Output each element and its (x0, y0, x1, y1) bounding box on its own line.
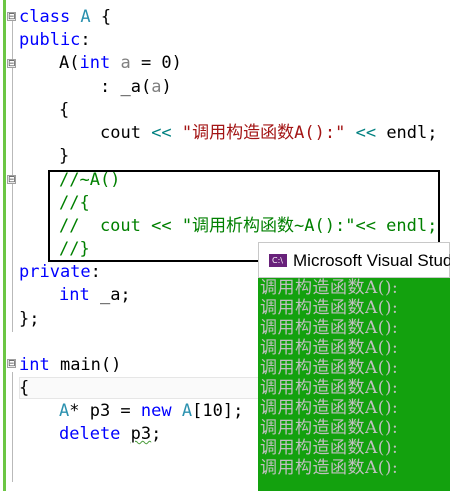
code-line-class-end[interactable]: }; (19, 308, 39, 331)
console-output-line: 调用构造函数A(): (260, 458, 399, 478)
code-text: = 0) (130, 53, 182, 73)
console-output-line: 调用构造函数A(): (260, 278, 399, 298)
code-text: main() (49, 355, 122, 375)
collapse-constructor-icon[interactable]: ⊟ (7, 59, 16, 69)
keyword: class (19, 7, 81, 27)
code-text: : (80, 30, 91, 50)
console-output-line: 调用构造函数A(): (260, 418, 399, 438)
operator: << (151, 123, 172, 143)
console-titlebar[interactable]: C:\ Microsoft Visual Studio (258, 242, 450, 278)
keyword: int (79, 53, 111, 73)
code-text: : (90, 262, 101, 282)
code-text: cout (100, 123, 152, 143)
operator: << (355, 123, 377, 143)
console-output-line: 调用构造函数A(): (260, 298, 399, 318)
console-output-line: 调用构造函数A(): (260, 378, 399, 398)
console-title: Microsoft Visual Studio (293, 251, 450, 270)
warning-squiggle-text: p3 (130, 424, 152, 444)
console-window[interactable]: C:\ Microsoft Visual Studio 调用构造函数A(): 调… (258, 242, 450, 491)
console-output-line: 调用构造函数A(): (260, 358, 399, 378)
keyword: delete (59, 424, 121, 444)
code-text: : _a( (100, 77, 152, 97)
code-text: _a; (89, 285, 131, 305)
code-text: ; (151, 424, 162, 444)
parameter: a (151, 77, 162, 97)
code-line-cout[interactable]: cout << "调用构造函数A():" << endl; (100, 122, 438, 145)
code-line-delete[interactable]: delete p3; (59, 423, 161, 446)
collapse-class-icon[interactable]: ⊟ (7, 12, 16, 22)
console-output[interactable]: 调用构造函数A(): 调用构造函数A(): 调用构造函数A(): 调用构造函数A… (258, 278, 450, 491)
console-output-line: 调用构造函数A(): (260, 398, 399, 418)
code-line-member[interactable]: int _a; (59, 284, 131, 307)
keyword: int (59, 285, 90, 305)
code-text: * p3 = (69, 401, 141, 421)
console-output-line: 调用构造函数A(): (260, 338, 399, 358)
class-name: A (181, 401, 193, 421)
console-output-line: 调用构造函数A(): (260, 438, 399, 458)
code-text: { (90, 7, 112, 27)
collapse-comment-icon[interactable]: ⊟ (7, 175, 16, 185)
code-line-close-brace[interactable]: } (59, 145, 69, 168)
code-line-private[interactable]: private: (19, 261, 101, 284)
code-text: endl; (376, 123, 438, 143)
keyword: new (140, 401, 172, 421)
code-line-constructor[interactable]: A(int a = 0) (59, 52, 182, 75)
code-line-new-array[interactable]: A* p3 = new A[10]; (59, 400, 243, 423)
code-text: A( (59, 53, 80, 73)
keyword: private (19, 262, 91, 282)
code-line-public[interactable]: public: (19, 29, 91, 52)
keyword: public (19, 30, 81, 50)
change-tracking-bar (3, 0, 6, 491)
code-line-main[interactable]: int main() (19, 354, 121, 377)
console-app-icon: C:\ (269, 254, 287, 267)
outline-guide (12, 372, 13, 482)
code-text: [10]; (192, 401, 244, 421)
class-name: A (59, 401, 70, 421)
parameter: a (120, 53, 131, 73)
code-line-open-brace[interactable]: { (59, 99, 69, 122)
string-literal: "调用构造函数A():" (181, 123, 346, 143)
class-name: A (80, 7, 91, 27)
code-text: ) (161, 77, 172, 97)
collapse-main-icon[interactable]: ⊟ (7, 359, 16, 369)
code-line-initializer[interactable]: : _a(a) (100, 76, 172, 99)
code-line-main-open[interactable]: { (19, 377, 29, 400)
console-output-line: 调用构造函数A(): (260, 318, 399, 338)
keyword: int (19, 355, 50, 375)
code-line-class-decl[interactable]: class A { (19, 6, 111, 29)
console-icon-label: C:\ (272, 256, 283, 265)
